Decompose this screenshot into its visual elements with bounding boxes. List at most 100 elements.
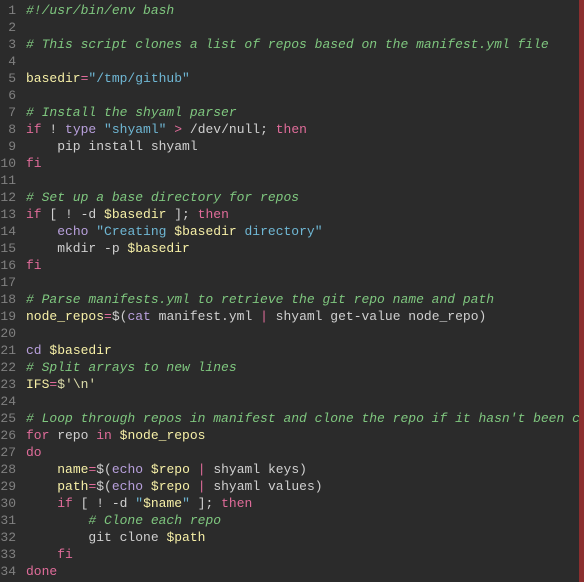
token: $basedir — [49, 343, 111, 358]
token — [190, 462, 198, 477]
token: in — [96, 428, 112, 443]
code-line: for repo in $node_repos — [26, 427, 584, 444]
line-number: 19 — [0, 308, 16, 325]
token: directory" — [237, 224, 323, 239]
line-number: 21 — [0, 342, 16, 359]
token: $repo — [151, 462, 190, 477]
code-line: # Split arrays to new lines — [26, 359, 584, 376]
token: shyaml keys — [206, 462, 300, 477]
line-number: 33 — [0, 546, 16, 563]
token: $basedir — [174, 224, 236, 239]
line-number: 18 — [0, 291, 16, 308]
code-line: basedir="/tmp/github" — [26, 70, 584, 87]
token — [143, 462, 151, 477]
line-number: 31 — [0, 512, 16, 529]
token: [ ! -d — [42, 207, 104, 222]
token: " — [135, 496, 143, 511]
code-line: # Clone each repo — [26, 512, 584, 529]
token: pip install shyaml — [26, 139, 198, 154]
token: $'\n' — [57, 377, 96, 392]
token: # Set up a base directory for repos — [26, 190, 299, 205]
token: $( — [96, 462, 112, 477]
token: git clone — [26, 530, 166, 545]
code-line: # Loop through repos in manifest and clo… — [26, 410, 584, 427]
line-number: 6 — [0, 87, 16, 104]
code-line: node_repos=$(cat manifest.yml | shyaml g… — [26, 308, 584, 325]
token: node_repos — [26, 309, 104, 324]
code-area[interactable]: #!/usr/bin/env bash # This script clones… — [22, 0, 584, 582]
code-line — [26, 19, 584, 36]
code-line — [26, 274, 584, 291]
token: type — [65, 122, 96, 137]
line-number: 15 — [0, 240, 16, 257]
token: cat — [127, 309, 150, 324]
code-line: fi — [26, 546, 584, 563]
line-number: 27 — [0, 444, 16, 461]
line-number: 10 — [0, 155, 16, 172]
code-line: if [ ! -d "$name" ]; then — [26, 495, 584, 512]
code-line: #!/usr/bin/env bash — [26, 2, 584, 19]
token: echo — [57, 224, 88, 239]
line-number: 7 — [0, 104, 16, 121]
line-number: 13 — [0, 206, 16, 223]
code-line: done — [26, 563, 584, 580]
token: | — [198, 479, 206, 494]
code-line: fi — [26, 257, 584, 274]
token — [26, 479, 57, 494]
line-number: 29 — [0, 478, 16, 495]
token: if — [26, 122, 42, 137]
token: $path — [166, 530, 205, 545]
code-line: git clone $path — [26, 529, 584, 546]
token: | — [260, 309, 268, 324]
token: " — [182, 496, 190, 511]
line-number: 26 — [0, 427, 16, 444]
line-number: 25 — [0, 410, 16, 427]
code-line: if ! type "shyaml" > /dev/null; then — [26, 121, 584, 138]
code-line: mkdir -p $basedir — [26, 240, 584, 257]
token: then — [276, 122, 307, 137]
token: $node_repos — [120, 428, 206, 443]
token: echo — [112, 462, 143, 477]
overflow-indicator — [579, 0, 584, 582]
code-line: if [ ! -d $basedir ]; then — [26, 206, 584, 223]
token: ]; — [166, 207, 197, 222]
code-line: path=$(echo $repo | shyaml values) — [26, 478, 584, 495]
token: path — [57, 479, 88, 494]
token: # This script clones a list of repos bas… — [26, 37, 549, 52]
token: fi — [57, 547, 73, 562]
code-editor: 1234567891011121314151617181920212223242… — [0, 0, 584, 582]
code-line — [26, 393, 584, 410]
token: IFS — [26, 377, 49, 392]
token: fi — [26, 156, 42, 171]
token: = — [104, 309, 112, 324]
token: then — [198, 207, 229, 222]
token: manifest.yml — [151, 309, 260, 324]
token: # Install the shyaml parser — [26, 105, 237, 120]
token: $basedir — [104, 207, 166, 222]
token: repo — [49, 428, 96, 443]
line-number: 28 — [0, 461, 16, 478]
token: name — [57, 462, 88, 477]
line-number: 17 — [0, 274, 16, 291]
line-number: 11 — [0, 172, 16, 189]
token: $name — [143, 496, 182, 511]
code-line: # Parse manifests.yml to retrieve the gi… — [26, 291, 584, 308]
code-line: # Set up a base directory for repos — [26, 189, 584, 206]
code-line: # This script clones a list of repos bas… — [26, 36, 584, 53]
token — [26, 547, 57, 562]
code-line: do — [26, 444, 584, 461]
line-number: 4 — [0, 53, 16, 70]
line-number: 2 — [0, 19, 16, 36]
line-number: 24 — [0, 393, 16, 410]
code-line — [26, 53, 584, 70]
token: $repo — [151, 479, 190, 494]
token: # Loop through repos in manifest and clo… — [26, 411, 584, 426]
token: cd — [26, 343, 42, 358]
line-number: 12 — [0, 189, 16, 206]
token: shyaml get-value node_repo — [268, 309, 479, 324]
token: if — [57, 496, 73, 511]
code-line: # Install the shyaml parser — [26, 104, 584, 121]
code-line — [26, 87, 584, 104]
token: [ ! -d — [73, 496, 135, 511]
code-line: fi — [26, 155, 584, 172]
